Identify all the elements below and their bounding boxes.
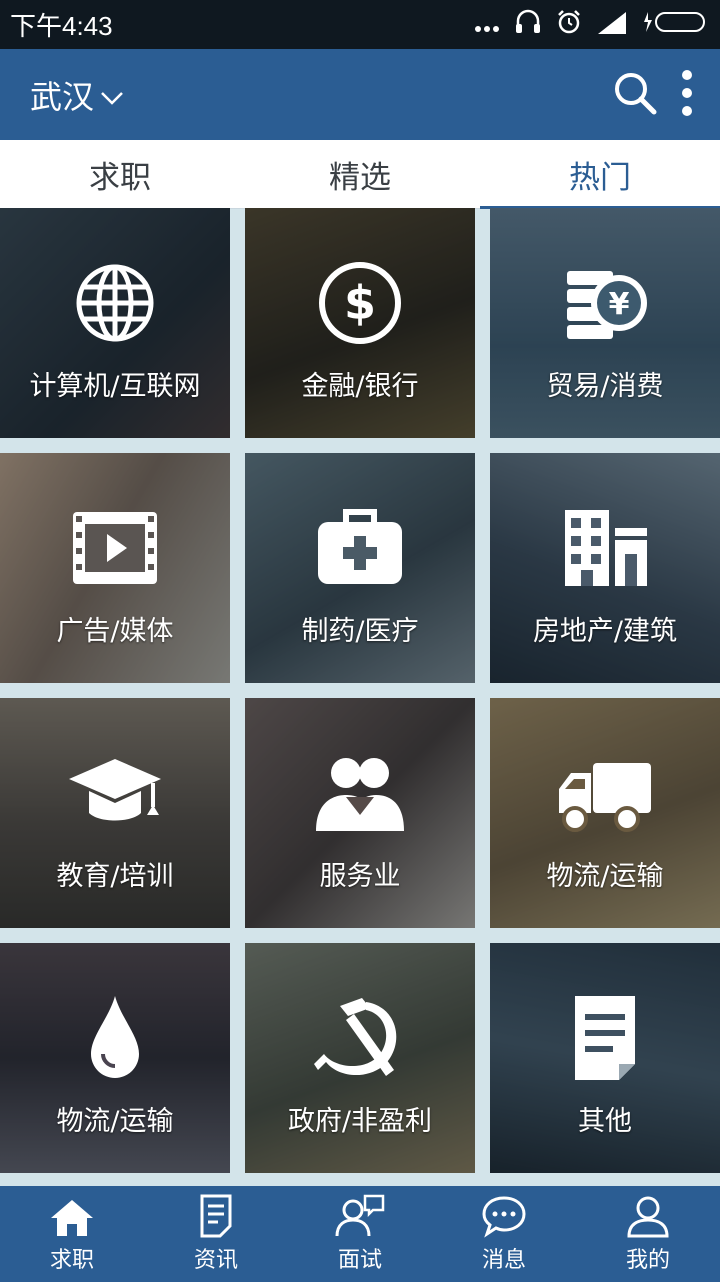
overflow-menu-icon[interactable] [680,69,694,121]
nav-label: 资讯 [193,1248,238,1273]
category-tile-real-estate-construction[interactable]: 房地产/建筑 [490,453,720,683]
category-tile-service-industry[interactable]: 服务业 [245,698,475,928]
svg-text:¥: ¥ [609,287,630,322]
category-label: 物流/运输 [56,1106,174,1137]
medical-kit-icon [318,509,402,584]
status-bar: 下午4:43 [0,0,720,49]
video-film-icon [73,512,157,584]
category-label: 政府/非盈利 [287,1106,433,1137]
nav-item-mianshi[interactable]: 面试 [288,1186,432,1282]
tab-bar: 求职 精选 热门 [0,140,720,209]
category-label: 金融/银行 [301,371,419,402]
more-dots-icon [474,10,500,39]
globe-icon [76,264,154,342]
category-tile-finance-banking[interactable]: $ 金融/银行 [245,208,475,438]
city-selector[interactable]: 武汉 [30,72,124,118]
category-label: 服务业 [319,861,401,892]
category-label: 房地产/建筑 [532,616,678,647]
category-tile-education-training[interactable]: 教育/培训 [0,698,230,928]
graduation-cap-icon [69,759,161,821]
category-tile-advertising-media[interactable]: 广告/媒体 [0,453,230,683]
category-label: 计算机/互联网 [29,371,201,402]
tab-qiuzhi[interactable]: 求职 [0,140,240,208]
svg-text:$: $ [344,276,376,330]
dollar-coin-icon: $ [319,262,401,344]
battery-icon [642,10,708,40]
truck-icon [559,763,651,832]
category-tile-computer-internet[interactable]: 计算机/互联网 [0,208,230,438]
category-tile-logistics-transport-2[interactable]: 物流/运输 [0,943,230,1173]
category-tile-government-nonprofit[interactable]: 政府/非盈利 [245,943,475,1173]
profile-icon [627,1196,669,1238]
hammer-sickle-icon [314,998,397,1076]
search-icon[interactable] [612,70,658,120]
category-label: 贸易/消费 [546,371,664,402]
category-label: 其他 [578,1106,632,1137]
nav-label: 求职 [49,1248,94,1273]
people-icon [316,758,404,831]
signal-icon [596,10,628,40]
category-label: 教育/培训 [56,861,174,892]
category-tile-trade-consumer[interactable]: ¥ 贸易/消费 [490,208,720,438]
city-label: 武汉 [30,77,95,116]
category-label: 广告/媒体 [56,616,174,647]
bottom-nav: 求职 资讯 面试 消息 我的 [0,1184,720,1282]
alarm-icon [556,9,582,41]
category-tile-logistics-transport[interactable]: 物流/运输 [490,698,720,928]
category-grid: 计算机/互联网 $ 金融/银行 ¥ 贸易/消费 广告/媒体 制药/医疗 房地产/… [0,208,720,1188]
status-time: 下午4:43 [10,11,113,41]
tab-jingxuan[interactable]: 精选 [240,140,480,208]
nav-label: 消息 [481,1248,526,1273]
headset-icon [514,9,542,41]
news-icon [200,1194,232,1238]
interview-icon [335,1194,385,1237]
nav-label: 我的 [625,1248,670,1273]
nav-item-qiuzhi[interactable]: 求职 [0,1186,144,1282]
category-tile-other[interactable]: 其他 [490,943,720,1173]
buildings-icon [565,510,647,586]
water-drop-icon [91,996,139,1078]
yen-coins-icon: ¥ [567,271,647,339]
nav-item-zixun[interactable]: 资讯 [144,1186,288,1282]
category-label: 制药/医疗 [301,616,419,647]
chevron-down-icon [100,76,124,114]
tab-remen[interactable]: 热门 [480,140,720,209]
category-label: 物流/运输 [546,861,664,892]
document-icon [575,996,635,1080]
home-icon [51,1200,93,1236]
message-icon [482,1196,526,1238]
nav-item-wode[interactable]: 我的 [576,1186,720,1282]
category-tile-pharma-medical[interactable]: 制药/医疗 [245,453,475,683]
nav-label: 面试 [337,1248,382,1273]
nav-item-xiaoxi[interactable]: 消息 [432,1186,576,1282]
app-bar: 武汉 [0,49,720,140]
